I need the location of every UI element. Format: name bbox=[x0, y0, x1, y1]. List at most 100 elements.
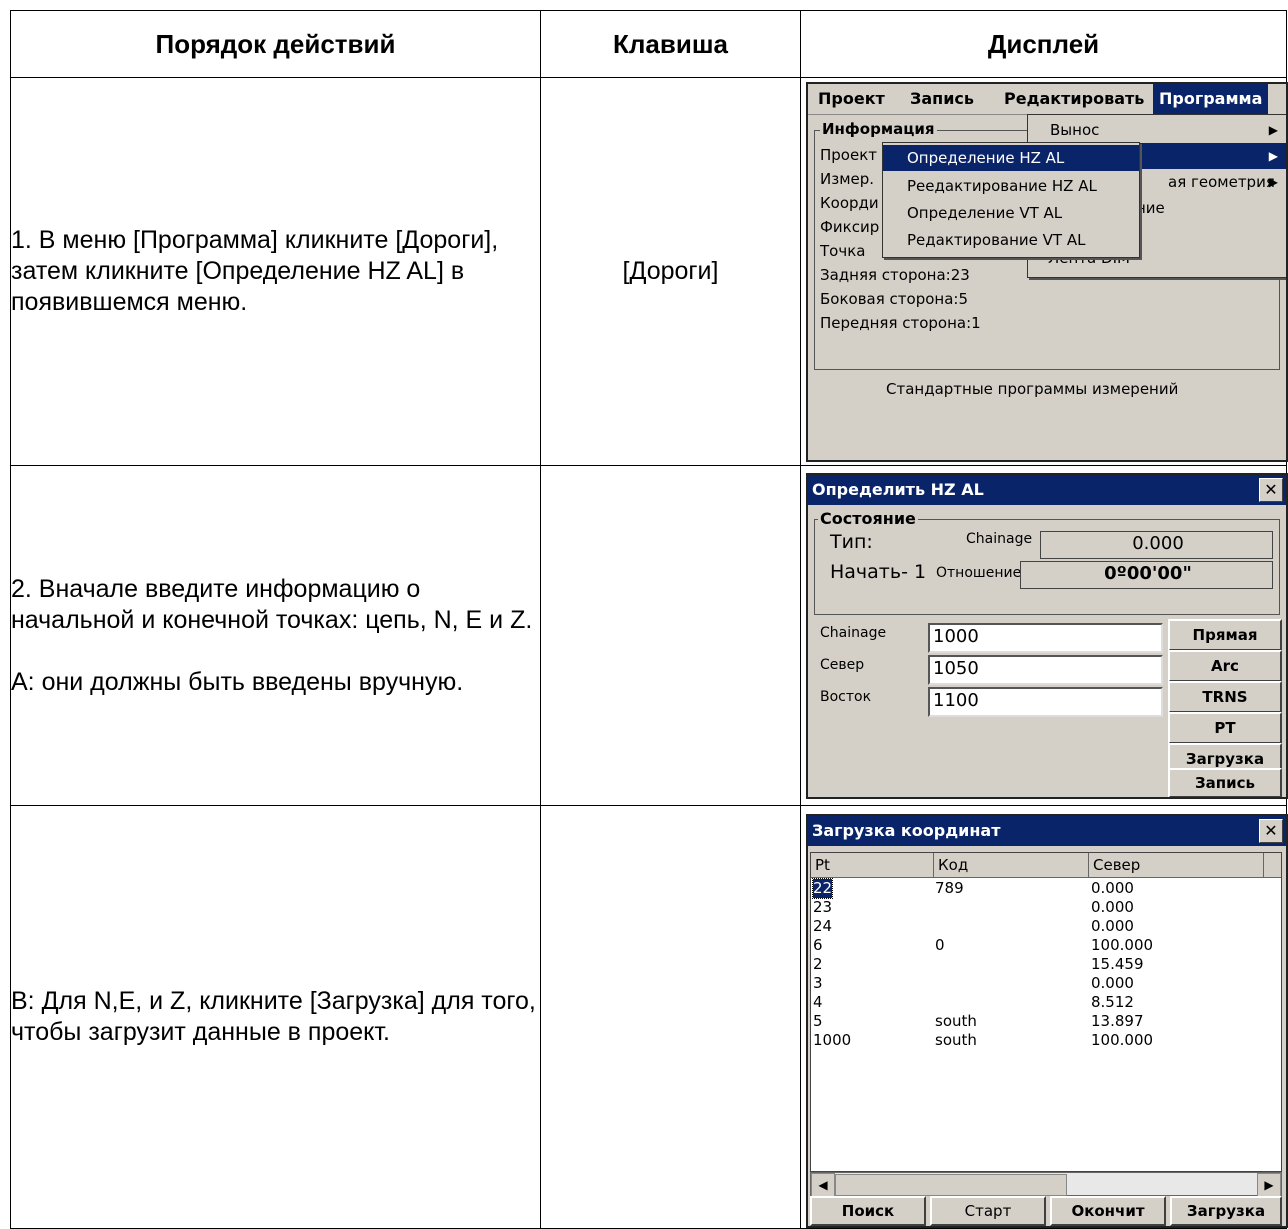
info-line: Измер. bbox=[820, 169, 875, 188]
key-cell: [Дороги] bbox=[540, 77, 801, 466]
menu-item-edit-hz-al[interactable]: Реедактирование HZ AL bbox=[883, 173, 1139, 199]
menu-item-define-hz-al[interactable]: Определение HZ AL bbox=[883, 144, 1139, 171]
display-cell: Определить HZ AL ✕ Состояние Тип: Начать… bbox=[800, 465, 1288, 806]
ratio-label: Отношение bbox=[936, 564, 1022, 581]
pt-cell: 6 bbox=[813, 936, 823, 954]
scroll-thumb[interactable] bbox=[835, 1174, 1067, 1196]
north-cell: 0.000 bbox=[1091, 974, 1134, 992]
east-input[interactable]: 1100 bbox=[928, 686, 1163, 717]
table-row[interactable]: 1000 south 100.000 bbox=[811, 1031, 1281, 1050]
table-row[interactable]: 5 south 13.897 bbox=[811, 1012, 1281, 1031]
dialog-title: Загрузка координат bbox=[808, 816, 1286, 846]
header-display: Дисплей bbox=[800, 10, 1287, 78]
chainage-status-value: 0.000 bbox=[1040, 530, 1273, 559]
menu-item-edit-vt-al[interactable]: Редактирование VT AL bbox=[883, 227, 1139, 253]
input-label: Восток bbox=[820, 688, 872, 705]
status-group-label: Состояние bbox=[818, 508, 918, 528]
type-label: Тип: bbox=[830, 530, 873, 553]
procedure-table: Порядок действий Клавиша Дисплей 1. В ме… bbox=[10, 10, 1288, 1229]
step-note: A: они должны быть введены вручную. bbox=[11, 667, 464, 696]
display-cell: Загрузка координат ✕ Pt Код Север 22 789 0… bbox=[800, 805, 1288, 1229]
column-header-code[interactable]: Код bbox=[934, 853, 1089, 878]
info-line: Передняя сторона:1 bbox=[820, 313, 981, 332]
pt-cell: 2 bbox=[813, 955, 823, 973]
ratio-value: 0º00'00" bbox=[1020, 560, 1273, 589]
info-group-label: Информация bbox=[820, 119, 937, 138]
arc-button[interactable]: Arc bbox=[1168, 649, 1282, 682]
pt-cell: 24 bbox=[813, 917, 833, 935]
table-row: 1. В меню [Программа] кликните [Дороги],… bbox=[10, 77, 1288, 466]
pt-button[interactable]: PT bbox=[1168, 711, 1282, 744]
coordinates-list[interactable]: Pt Код Север 22 789 0.000 23 0.000 24 0.000 6 0 1… bbox=[810, 852, 1282, 1172]
step-text: B: Для N,E, и Z, кликните [Загрузка] для… bbox=[11, 987, 536, 1046]
key-cell bbox=[540, 465, 801, 806]
table-row[interactable]: 3 0.000 bbox=[811, 974, 1281, 993]
input-label: Chainage bbox=[820, 624, 887, 641]
north-cell: 0.000 bbox=[1091, 917, 1134, 935]
table-row[interactable]: 4 8.512 bbox=[811, 993, 1281, 1012]
menu-item-define-vt-al[interactable]: Определение VT AL bbox=[883, 200, 1139, 226]
submenu-item[interactable]: Вынос ▶ bbox=[1028, 117, 1286, 143]
chainage-status-label: Chainage bbox=[966, 530, 1033, 547]
info-line: Боковая сторона:5 bbox=[820, 289, 968, 308]
step-text: 1. В меню [Программа] кликните [Дороги],… bbox=[11, 226, 499, 316]
finish-button[interactable]: Окончит bbox=[1050, 1196, 1166, 1226]
key-cell bbox=[540, 805, 801, 1229]
table-row[interactable]: 22 789 0.000 bbox=[811, 878, 1281, 899]
north-cell: 0.000 bbox=[1091, 898, 1134, 916]
north-cell: 100.000 bbox=[1091, 1031, 1154, 1049]
column-header-more[interactable] bbox=[1264, 853, 1281, 878]
bottom-button-bar: Поиск Старт Окончит Загрузка bbox=[808, 1196, 1286, 1226]
start-button[interactable]: Старт bbox=[930, 1196, 1046, 1226]
header-steps: Порядок действий bbox=[10, 10, 541, 78]
code-cell: south bbox=[935, 1012, 977, 1030]
save-button[interactable]: Запись bbox=[1168, 767, 1282, 797]
close-icon[interactable]: ✕ bbox=[1259, 477, 1283, 502]
code-cell: 789 bbox=[935, 879, 964, 897]
table-row[interactable]: 2 15.459 bbox=[811, 955, 1281, 974]
load-button[interactable]: Загрузка bbox=[1170, 1196, 1282, 1226]
table-row: 2. Вначале введите информацию о начально… bbox=[10, 465, 1288, 806]
table-row[interactable]: 23 0.000 bbox=[811, 898, 1281, 917]
step-cell: B: Для N,E, и Z, кликните [Загрузка] для… bbox=[10, 805, 541, 1229]
pt-cell: 23 bbox=[813, 898, 833, 916]
menu-record[interactable]: Запись bbox=[904, 84, 980, 114]
menu-edit[interactable]: Редактировать bbox=[998, 84, 1150, 114]
column-header-pt[interactable]: Pt bbox=[811, 853, 934, 878]
step-text: 2. Вначале введите информацию о начально… bbox=[11, 574, 533, 634]
north-cell: 13.897 bbox=[1091, 1012, 1144, 1030]
pt-cell: 5 bbox=[813, 1012, 823, 1030]
instruction-document: Порядок действий Клавиша Дисплей 1. В ме… bbox=[0, 0, 1288, 1229]
scroll-right-icon[interactable]: ▶ bbox=[1257, 1173, 1281, 1197]
straight-button[interactable]: Прямая bbox=[1168, 618, 1282, 651]
step-cell: 2. Вначале введите информацию о начально… bbox=[10, 465, 541, 806]
trns-button[interactable]: TRNS bbox=[1168, 680, 1282, 713]
chainage-input[interactable]: 1000 bbox=[928, 622, 1163, 653]
column-header-north[interactable]: Север bbox=[1089, 853, 1264, 878]
close-icon[interactable]: ✕ bbox=[1259, 819, 1283, 843]
north-cell: 15.459 bbox=[1091, 955, 1144, 973]
roads-submenu: Определение HZ AL Реедактирование HZ AL … bbox=[882, 141, 1140, 258]
table-row[interactable]: 6 0 100.000 bbox=[811, 936, 1281, 955]
scroll-left-icon[interactable]: ◀ bbox=[811, 1173, 835, 1197]
north-cell: 0.000 bbox=[1091, 879, 1134, 897]
dialog-title: Определить HZ AL bbox=[808, 474, 1286, 505]
north-cell: 8.512 bbox=[1091, 993, 1134, 1011]
info-line: Коорди bbox=[820, 193, 879, 212]
info-line: Проект bbox=[820, 145, 878, 164]
menu-project[interactable]: Проект bbox=[812, 84, 891, 114]
info-line: Фиксир bbox=[820, 217, 880, 236]
table-row: B: Для N,E, и Z, кликните [Загрузка] для… bbox=[10, 805, 1288, 1229]
horizontal-scrollbar[interactable]: ◀ ▶ bbox=[810, 1172, 1282, 1197]
north-input[interactable]: 1050 bbox=[928, 654, 1163, 685]
step-cell: 1. В меню [Программа] кликните [Дороги],… bbox=[10, 77, 541, 466]
table-row[interactable]: 24 0.000 bbox=[811, 917, 1281, 936]
start-label: Начать- 1 bbox=[830, 560, 927, 583]
pt-cell: 3 bbox=[813, 974, 823, 992]
table-header-row: Порядок действий Клавиша Дисплей bbox=[10, 10, 1287, 78]
search-button[interactable]: Поиск bbox=[810, 1196, 926, 1226]
menu-program[interactable]: Программа bbox=[1153, 83, 1269, 114]
screen-footer: Стандартные программы измерений bbox=[886, 379, 1179, 398]
info-line: Точка bbox=[820, 241, 866, 260]
pt-cell: 4 bbox=[813, 993, 823, 1011]
